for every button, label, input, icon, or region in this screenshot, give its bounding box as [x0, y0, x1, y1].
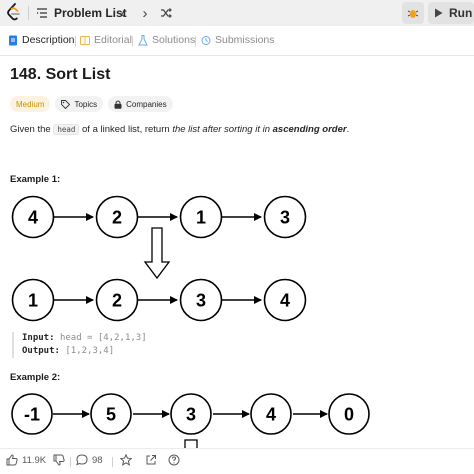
- problem-description: Given the head of a linked list, return …: [10, 124, 349, 135]
- node-value: 0: [344, 405, 354, 425]
- desc-text: of a linked list, return: [79, 124, 173, 135]
- thumbs-up-icon: [6, 454, 18, 466]
- node-value: 4: [266, 405, 276, 425]
- example-1-diagram: 4 2 1 3 1 2 3 4: [11, 195, 307, 322]
- difficulty-badge: Medium: [10, 96, 51, 112]
- tab-submissions[interactable]: Submissions: [201, 34, 275, 46]
- node-value: 3: [280, 208, 290, 228]
- desc-text: .: [346, 124, 350, 135]
- example-1-label: Example 1:: [10, 174, 61, 185]
- leetcode-logo-icon[interactable]: [6, 3, 22, 22]
- topics-chip[interactable]: Topics: [55, 96, 104, 112]
- comments-count: 98: [92, 454, 103, 466]
- input-key: Input:: [22, 333, 55, 343]
- star-icon: [120, 454, 132, 466]
- node-value: 4: [28, 208, 38, 228]
- tab-bar: Description | Editorial | Solutions | Su…: [0, 26, 474, 56]
- debug-button[interactable]: [402, 2, 424, 24]
- help-button[interactable]: [168, 454, 180, 466]
- play-icon: [435, 8, 443, 18]
- comment-icon: [76, 454, 88, 466]
- flask-icon: [138, 34, 148, 45]
- tab-divider: |: [194, 35, 197, 47]
- shuffle-icon: [161, 8, 172, 18]
- down-arrow-icon: [143, 227, 171, 280]
- node-value: -1: [24, 405, 40, 425]
- problem-title: 148. Sort List: [10, 66, 111, 83]
- divider: [112, 457, 113, 467]
- problem-tags: Medium Topics Companies: [10, 96, 173, 112]
- lock-icon: [114, 100, 122, 109]
- run-label: Run: [449, 6, 473, 20]
- output-key: Output:: [22, 346, 60, 356]
- prev-problem-button[interactable]: ‹: [115, 4, 131, 22]
- example-2-label: Example 2:: [10, 372, 61, 383]
- dislike-button[interactable]: [53, 454, 65, 466]
- inline-code: head: [53, 124, 80, 135]
- example-2-diagram: -1 5 3 4 0: [11, 393, 370, 448]
- node-value: 4: [280, 291, 290, 311]
- next-problem-button[interactable]: ›: [137, 4, 153, 22]
- node-value: 3: [186, 405, 196, 425]
- desc-emphasis: the list after sorting it in: [172, 124, 273, 135]
- document-icon: [9, 35, 17, 45]
- tab-divider: |: [131, 35, 134, 47]
- divider: [28, 6, 29, 20]
- tab-solutions[interactable]: Solutions: [138, 34, 195, 46]
- run-button[interactable]: Run: [428, 2, 474, 24]
- favorite-button[interactable]: [120, 454, 132, 466]
- node-value: 1: [28, 291, 38, 311]
- tab-solutions-label: Solutions: [152, 34, 196, 46]
- tab-description[interactable]: Description: [8, 34, 75, 46]
- random-problem-button[interactable]: [158, 4, 174, 22]
- divider: [70, 457, 71, 467]
- node-value: 2: [112, 291, 122, 311]
- likes-count: 11.9K: [22, 454, 47, 466]
- input-value: head = [4,2,1,3]: [59, 333, 147, 343]
- thumbs-down-icon: [53, 454, 65, 466]
- output-value: [1,2,3,4]: [65, 346, 115, 356]
- node-value: 1: [196, 208, 206, 228]
- list-icon: [37, 8, 47, 18]
- book-icon: [80, 35, 90, 45]
- companies-label: Companies: [126, 99, 167, 109]
- tab-editorial[interactable]: Editorial: [80, 34, 132, 46]
- question-icon: [168, 454, 180, 466]
- tab-divider: |: [74, 35, 77, 47]
- bug-icon: [407, 10, 419, 18]
- share-icon: [146, 455, 156, 465]
- node-value: 2: [112, 208, 122, 228]
- desc-text: Given the: [10, 124, 54, 135]
- down-arrow-icon: [184, 439, 198, 448]
- node-value: 3: [196, 291, 206, 311]
- chevron-right-icon: ›: [142, 4, 148, 22]
- companies-chip[interactable]: Companies: [108, 96, 173, 112]
- chevron-left-icon: ‹: [120, 4, 126, 22]
- tag-icon: [61, 99, 71, 109]
- bottom-bar: 11.9K 98: [0, 448, 474, 474]
- difficulty-label: Medium: [16, 99, 45, 109]
- top-bar: Problem List ‹ › Run: [0, 0, 474, 26]
- comments-button[interactable]: 98: [76, 454, 103, 466]
- desc-bold: ascending order: [272, 124, 347, 135]
- topics-label: Topics: [74, 99, 98, 109]
- tab-description-label: Description: [22, 34, 75, 46]
- like-button[interactable]: 11.9K: [6, 454, 46, 466]
- tab-editorial-label: Editorial: [94, 34, 132, 46]
- output-list: 1 2 3 4: [11, 278, 307, 322]
- example-1-io: Input: head = [4,2,1,3] Output: [1,2,3,4…: [12, 332, 147, 358]
- node-value: 5: [106, 405, 116, 425]
- history-icon: [201, 35, 211, 45]
- share-button[interactable]: [145, 454, 157, 466]
- tab-submissions-label: Submissions: [215, 34, 275, 46]
